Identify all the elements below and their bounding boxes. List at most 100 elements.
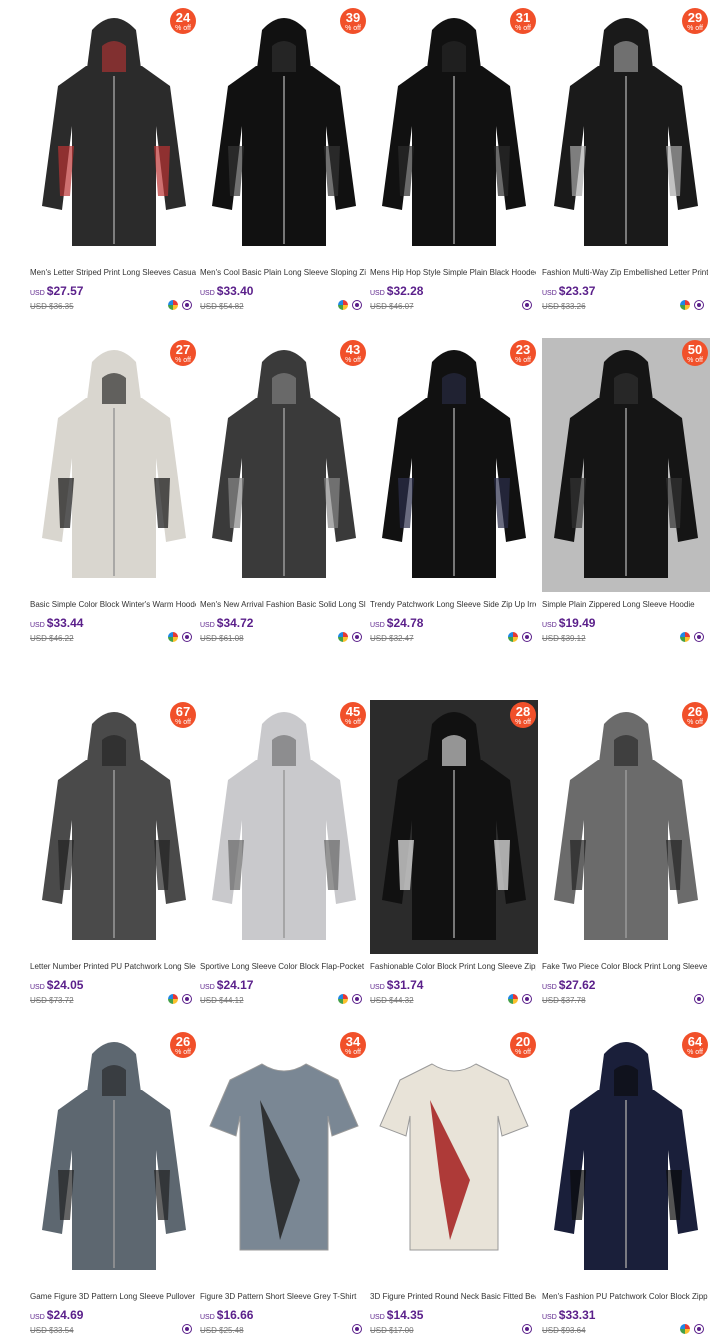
discount-value: 34 — [345, 1034, 361, 1049]
color-swatch-icon[interactable] — [680, 632, 690, 642]
favorite-heart-icon[interactable] — [352, 300, 362, 310]
product-image[interactable] — [542, 338, 710, 592]
product-image[interactable] — [370, 6, 538, 260]
color-swatch-icon[interactable] — [168, 300, 178, 310]
discount-badge: 43 % off — [340, 340, 366, 366]
discount-label: % off — [687, 357, 703, 364]
product-price: USD $23.37 — [542, 284, 595, 298]
product-image[interactable] — [30, 1030, 198, 1284]
product-actions — [352, 1324, 362, 1334]
product-title[interactable]: Mens Hip Hop Style Simple Plain Black Ho… — [370, 268, 536, 277]
product-title[interactable]: Letter Number Printed PU Patchwork Long … — [30, 962, 196, 971]
product-image[interactable] — [200, 6, 368, 260]
favorite-heart-icon[interactable] — [182, 994, 192, 1004]
discount-value: 45 — [345, 704, 361, 719]
favorite-heart-icon[interactable] — [352, 1324, 362, 1334]
favorite-heart-icon[interactable] — [522, 300, 532, 310]
discount-value: 20 — [515, 1034, 531, 1049]
product-title[interactable]: 3D Figure Printed Round Neck Basic Fitte… — [370, 1292, 536, 1301]
color-swatch-icon[interactable] — [338, 994, 348, 1004]
discount-badge: 24 % off — [170, 8, 196, 34]
product-image[interactable] — [542, 700, 710, 954]
product-title[interactable]: Basic Simple Color Block Winter's Warm H… — [30, 600, 196, 609]
product-image[interactable] — [30, 700, 198, 954]
product-actions — [182, 1324, 192, 1334]
color-swatch-icon[interactable] — [508, 994, 518, 1004]
product-title[interactable]: Fashionable Color Block Print Long Sleev… — [370, 962, 536, 971]
favorite-heart-icon[interactable] — [522, 1324, 532, 1334]
discount-badge: 50 % off — [682, 340, 708, 366]
favorite-heart-icon[interactable] — [182, 632, 192, 642]
discount-badge: 28 % off — [510, 702, 536, 728]
product-title[interactable]: Game Figure 3D Pattern Long Sleeve Pullo… — [30, 1292, 196, 1301]
product-title[interactable]: Men's Cool Basic Plain Long Sleeve Slopi… — [200, 268, 366, 277]
favorite-heart-icon[interactable] — [694, 632, 704, 642]
discount-badge: 26 % off — [170, 1032, 196, 1058]
color-swatch-icon[interactable] — [338, 632, 348, 642]
product-image[interactable] — [200, 1030, 368, 1284]
original-price: USD $32.47 — [370, 634, 414, 643]
price-value: $24.17 — [216, 978, 254, 992]
product-image[interactable] — [370, 700, 538, 954]
discount-label: % off — [175, 357, 191, 364]
discount-value: 24 — [175, 10, 191, 25]
product-title[interactable]: Sportive Long Sleeve Color Block Flap-Po… — [200, 962, 366, 971]
color-swatch-icon[interactable] — [168, 632, 178, 642]
product-image[interactable] — [200, 338, 368, 592]
original-price: USD $46.22 — [30, 634, 74, 643]
color-swatch-icon[interactable] — [168, 994, 178, 1004]
currency-label: USD — [200, 290, 215, 297]
product-image[interactable] — [200, 700, 368, 954]
currency-label: USD — [200, 984, 215, 991]
currency-label: USD — [370, 622, 385, 629]
favorite-heart-icon[interactable] — [182, 1324, 192, 1334]
product-price: USD $24.78 — [370, 616, 423, 630]
currency-label: USD — [30, 290, 45, 297]
discount-value: 23 — [515, 342, 531, 357]
product-image[interactable] — [542, 1030, 710, 1284]
original-price: USD $73.72 — [30, 996, 74, 1005]
product-price: USD $16.66 — [200, 1308, 253, 1322]
color-swatch-icon[interactable] — [508, 632, 518, 642]
favorite-heart-icon[interactable] — [694, 300, 704, 310]
original-price: USD $44.12 — [200, 996, 244, 1005]
product-actions — [680, 300, 704, 310]
price-value: $31.74 — [386, 978, 424, 992]
color-swatch-icon[interactable] — [680, 1324, 690, 1334]
favorite-heart-icon[interactable] — [522, 994, 532, 1004]
product-price: USD $33.31 — [542, 1308, 595, 1322]
color-swatch-icon[interactable] — [680, 300, 690, 310]
favorite-heart-icon[interactable] — [694, 994, 704, 1004]
favorite-heart-icon[interactable] — [352, 994, 362, 1004]
currency-label: USD — [542, 622, 557, 629]
product-title[interactable]: Trendy Patchwork Long Sleeve Side Zip Up… — [370, 600, 536, 609]
product-actions — [522, 1324, 532, 1334]
discount-badge: 45 % off — [340, 702, 366, 728]
favorite-heart-icon[interactable] — [694, 1324, 704, 1334]
product-image[interactable] — [370, 1030, 538, 1284]
discount-label: % off — [175, 25, 191, 32]
product-title[interactable]: Men's New Arrival Fashion Basic Solid Lo… — [200, 600, 366, 609]
price-value: $24.05 — [46, 978, 84, 992]
product-image[interactable] — [370, 338, 538, 592]
product-title[interactable]: Fake Two Piece Color Block Print Long Sl… — [542, 962, 708, 971]
favorite-heart-icon[interactable] — [182, 300, 192, 310]
product-title[interactable]: Figure 3D Pattern Short Sleeve Grey T-Sh… — [200, 1292, 366, 1301]
product-title[interactable]: Fashion Multi-Way Zip Embellished Letter… — [542, 268, 708, 277]
product-image[interactable] — [30, 338, 198, 592]
favorite-heart-icon[interactable] — [352, 632, 362, 642]
product-price: USD $24.05 — [30, 978, 83, 992]
color-swatch-icon[interactable] — [338, 300, 348, 310]
product-title[interactable]: Men's Letter Striped Print Long Sleeves … — [30, 268, 196, 277]
product-title[interactable]: Simple Plain Zippered Long Sleeve Hoodie — [542, 600, 708, 609]
price-value: $33.44 — [46, 616, 84, 630]
discount-label: % off — [175, 1049, 191, 1056]
currency-label: USD — [542, 290, 557, 297]
favorite-heart-icon[interactable] — [522, 632, 532, 642]
discount-value: 43 — [345, 342, 361, 357]
discount-value: 31 — [515, 10, 531, 25]
product-title[interactable]: Men's Fashion PU Patchwork Color Block Z… — [542, 1292, 708, 1301]
product-image[interactable] — [30, 6, 198, 260]
product-price: USD $33.44 — [30, 616, 83, 630]
product-image[interactable] — [542, 6, 710, 260]
